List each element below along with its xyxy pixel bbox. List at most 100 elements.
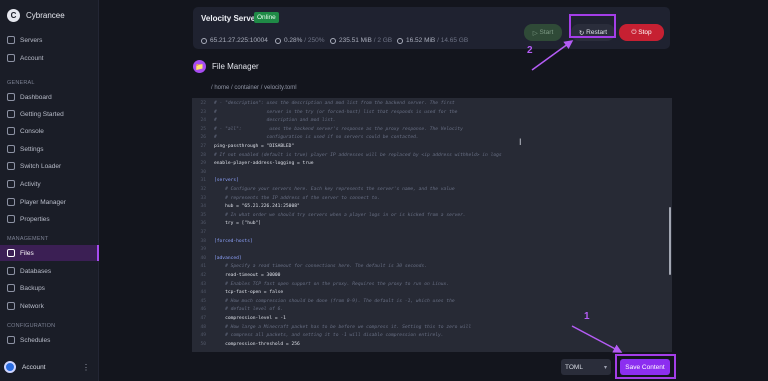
- section-label-management: MANAGEMENT: [7, 236, 49, 242]
- line-number: 48: [200, 324, 206, 330]
- code-line: 35 # In what order we should try servers…: [192, 212, 672, 220]
- line-number: 40: [200, 255, 206, 261]
- avatar: [4, 361, 16, 373]
- chevron-down-icon: ▾: [603, 364, 607, 371]
- sidebar-item-dashboard[interactable]: Dashboard: [0, 89, 99, 105]
- sidebar-item-network[interactable]: Network: [0, 298, 99, 314]
- code-line: 43 # Enables TCP fast open support on th…: [192, 281, 672, 289]
- sidebar-item-account[interactable]: Account: [0, 50, 99, 66]
- disk-limit: / 14.65 GB: [437, 37, 469, 44]
- breadcrumb[interactable]: / home / container / velocity.toml: [211, 85, 297, 91]
- line-number: 24: [200, 118, 206, 124]
- status-badge: Online: [254, 12, 279, 23]
- line-number: 50: [200, 341, 206, 347]
- cpu-usage: 0.28% / 250%: [275, 37, 325, 44]
- line-text: [advanced]: [214, 255, 242, 261]
- line-number: 28: [200, 152, 206, 158]
- line-text: compression-level = -1: [214, 316, 286, 321]
- code-editor[interactable]: 22 # - "description": uses the descriptio…: [192, 98, 672, 352]
- language-value: TOML: [565, 363, 583, 371]
- line-number: 38: [200, 238, 206, 244]
- line-text: # compress all packets, and setting it t…: [214, 333, 444, 339]
- memory-usage: 235.51 MiB / 2 GB: [330, 37, 392, 44]
- sidebar-item-console[interactable]: Console: [0, 123, 99, 139]
- line-text: # In what order we should try servers wh…: [214, 212, 466, 218]
- sidebar-item-schedules[interactable]: Schedules: [0, 332, 99, 348]
- sidebar: C Cybrancee Servers Account GENERAL Dash…: [0, 0, 99, 381]
- code-line: 48 # How large a Minecraft packet has to…: [192, 324, 672, 332]
- code-line: 42 read-timeout = 30000: [192, 272, 672, 280]
- sidebar-item-servers[interactable]: Servers: [0, 32, 99, 48]
- line-number: 44: [200, 290, 206, 296]
- restart-highlight-box: [569, 14, 616, 38]
- sidebar-item-label: Account: [20, 54, 44, 62]
- code-line: 24 # description and mod list.: [192, 117, 672, 125]
- code-line: 27 ping-passthrough = "DISABLED": [192, 143, 672, 151]
- terminal-icon: [7, 127, 15, 135]
- sidebar-item-getting-started[interactable]: Getting Started: [0, 106, 99, 122]
- sidebar-item-databases[interactable]: Databases: [0, 263, 99, 279]
- sidebar-item-label: Network: [20, 302, 44, 310]
- code-line: 30: [192, 169, 672, 177]
- code-line: 33 # represents the IP address of the se…: [192, 195, 672, 203]
- code-line: 23 # server in the try (or forced-host) l…: [192, 109, 672, 117]
- code-line: 26 # configuration is used if no servers …: [192, 134, 672, 142]
- line-number: 41: [200, 264, 206, 270]
- annotation-number-2: 2: [527, 45, 533, 56]
- folder-icon: 📁: [193, 60, 206, 73]
- sidebar-item-activity[interactable]: Activity: [0, 176, 99, 192]
- line-text: # configuration is used if no servers co…: [214, 135, 419, 141]
- cpu-limit: / 250%: [304, 37, 325, 44]
- sidebar-item-switch-loader[interactable]: Switch Loader: [0, 158, 99, 174]
- power-icon: ⏻: [631, 28, 639, 36]
- line-number: 25: [200, 126, 206, 132]
- line-text: hub = "65.21.226.241:25008": [214, 204, 300, 210]
- sidebar-item-label: Console: [20, 127, 44, 135]
- line-text: try = ["hub"]: [214, 221, 262, 227]
- backup-icon: [7, 284, 15, 292]
- sidebar-item-files[interactable]: Files: [0, 245, 99, 261]
- network-icon: [7, 302, 15, 310]
- line-number: 23: [200, 109, 206, 115]
- brand[interactable]: C Cybrancee: [0, 0, 98, 30]
- line-text: # If not enabled (default is true) playe…: [214, 152, 502, 158]
- line-number: 34: [200, 204, 206, 210]
- line-text: # server in the try (or forced-host) lis…: [214, 109, 458, 115]
- line-text: # - "description": uses the description …: [214, 101, 455, 106]
- account-label: Account: [22, 363, 46, 371]
- server-ip-value: 65.21.27.225:10004: [210, 37, 268, 44]
- line-number: 32: [200, 187, 206, 192]
- properties-icon: [7, 215, 15, 223]
- sidebar-item-settings[interactable]: Settings: [0, 141, 99, 157]
- sidebar-item-label: Files: [20, 249, 34, 257]
- line-text: # description and mod list.: [214, 118, 336, 124]
- editor-scrollbar[interactable]: [669, 207, 671, 275]
- line-number: 45: [200, 298, 206, 304]
- sidebar-item-properties[interactable]: Properties: [0, 211, 99, 227]
- code-line: 36 try = ["hub"]: [192, 220, 672, 228]
- sidebar-item-player-manager[interactable]: Player Manager: [0, 194, 99, 210]
- code-line: 44 tcp-fast-open = false: [192, 289, 672, 297]
- language-select[interactable]: TOML ▾: [561, 359, 611, 375]
- code-line: 25 # - "all": uses the backend server's r…: [192, 126, 672, 134]
- stop-button[interactable]: ⏻ Stop: [619, 24, 664, 41]
- memory-icon: [330, 37, 336, 44]
- gear-icon: [7, 145, 15, 153]
- line-number: 39: [200, 247, 206, 253]
- code-line: 34 hub = "65.21.226.241:25008": [192, 203, 672, 211]
- sidebar-item-label: Activity: [20, 180, 41, 188]
- line-text: enable-player-address-logging = true: [214, 161, 314, 167]
- line-number: 33: [200, 195, 206, 201]
- annotation-number-1: 1: [584, 311, 590, 322]
- switch-icon: [7, 162, 15, 170]
- more-options-icon[interactable]: ⋮: [82, 363, 90, 372]
- sidebar-item-backups[interactable]: Backups: [0, 280, 99, 296]
- line-text: # represents the IP address of the serve…: [214, 195, 380, 201]
- code-line: 45 # How much compression should be done…: [192, 298, 672, 306]
- line-number: 37: [200, 230, 206, 235]
- line-text: # How much compression should be done (f…: [214, 298, 455, 304]
- database-icon: [7, 267, 15, 275]
- account-menu[interactable]: Account ⋮: [4, 358, 96, 376]
- start-button[interactable]: ▷ Start: [524, 24, 562, 41]
- sidebar-item-label: Servers: [20, 36, 43, 44]
